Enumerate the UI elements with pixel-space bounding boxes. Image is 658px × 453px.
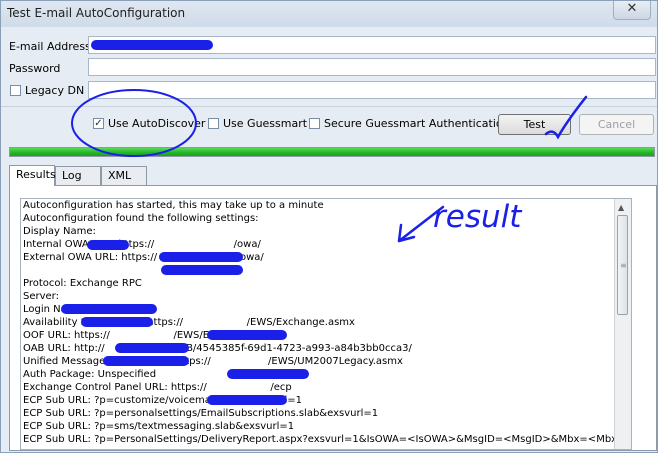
results-textbox[interactable]: Autoconfiguration has started, this may … — [20, 198, 632, 450]
autoconfig-window: Test E-mail AutoConfiguration ✕ E-mail A… — [0, 0, 658, 453]
use-autodiscover-label: Use AutoDiscover — [108, 117, 206, 130]
email-field[interactable] — [88, 36, 656, 54]
legacy-dn-checkbox[interactable] — [10, 85, 21, 96]
redaction-mark — [207, 330, 287, 340]
legacy-dn-label: Legacy DN — [25, 84, 85, 97]
secure-guessmart-label: Secure Guessmart Authentication — [324, 117, 510, 130]
divider — [1, 106, 657, 107]
redaction-mark — [159, 252, 243, 262]
results-scrollbar[interactable]: ▲ ≡ — [614, 199, 631, 449]
tab-panel: Autoconfiguration has started, this may … — [9, 185, 657, 451]
results-line: Autoconfiguration has started, this may … — [23, 200, 324, 211]
results-line: Exchange Control Panel URL: https:// /ec… — [23, 382, 292, 393]
tab-results[interactable]: Results — [9, 165, 56, 186]
scroll-up-icon[interactable]: ▲ — [618, 203, 624, 212]
secure-guessmart-checkbox[interactable] — [309, 118, 320, 129]
results-line: Protocol: Exchange RPC — [23, 278, 142, 289]
results-line: ECP Sub URL: ?p=customize/voicemail.aspx… — [23, 395, 302, 406]
grip-icon: ≡ — [620, 261, 627, 270]
cancel-button[interactable]: Cancel — [579, 114, 654, 135]
legacy-dn-field[interactable] — [88, 81, 656, 99]
use-guessmart-checkbox[interactable] — [208, 118, 219, 129]
email-label: E-mail Address — [9, 40, 91, 53]
results-line: OOF URL: https:// /EWS/Exchange.asmx — [23, 330, 282, 341]
redaction-mark — [91, 40, 213, 50]
redaction-mark — [87, 240, 129, 250]
results-line: Server: — [23, 291, 59, 302]
results-line: ECP Sub URL: ?p=personalsettings/EmailSu… — [23, 408, 379, 419]
results-line: ECP Sub URL: ?p=sms/textmessaging.slab&e… — [23, 421, 295, 432]
tab-log[interactable]: Log — [55, 166, 101, 185]
redaction-mark — [61, 304, 157, 314]
progress-fill — [10, 148, 654, 156]
redaction-mark — [207, 395, 287, 405]
window-title: Test E-mail AutoConfiguration — [7, 6, 186, 20]
results-line: Auth Package: Unspecified — [23, 369, 157, 380]
close-icon[interactable]: ✕ — [613, 1, 651, 20]
tab-xml[interactable]: XML — [101, 166, 147, 185]
redaction-mark — [115, 343, 189, 353]
redaction-mark — [161, 265, 243, 275]
progress-bar — [9, 147, 655, 157]
results-line: Autoconfiguration found the following se… — [23, 213, 259, 224]
redaction-mark — [227, 369, 309, 379]
use-guessmart-label: Use Guessmart — [223, 117, 308, 130]
results-line: External OWA URL: https:// /owa/ — [23, 252, 264, 263]
password-label: Password — [9, 62, 61, 75]
checkmark-icon: ✓ — [94, 118, 103, 129]
password-field[interactable] — [88, 58, 656, 76]
test-button[interactable]: Test — [498, 114, 571, 135]
results-line: OAB URL: http:// /OAB/4545385f-69d1-4723… — [23, 343, 412, 354]
title-bar: Test E-mail AutoConfiguration ✕ — [1, 1, 657, 27]
scroll-thumb[interactable]: ≡ — [617, 215, 628, 315]
use-autodiscover-checkbox[interactable]: ✓ — [93, 118, 104, 129]
results-line — [23, 264, 625, 277]
redaction-mark — [81, 317, 153, 327]
results-line: ECP Sub URL: ?p=PersonalSettings/Deliver… — [23, 434, 626, 445]
results-line: Display Name: — [23, 226, 96, 237]
redaction-mark — [103, 356, 189, 366]
